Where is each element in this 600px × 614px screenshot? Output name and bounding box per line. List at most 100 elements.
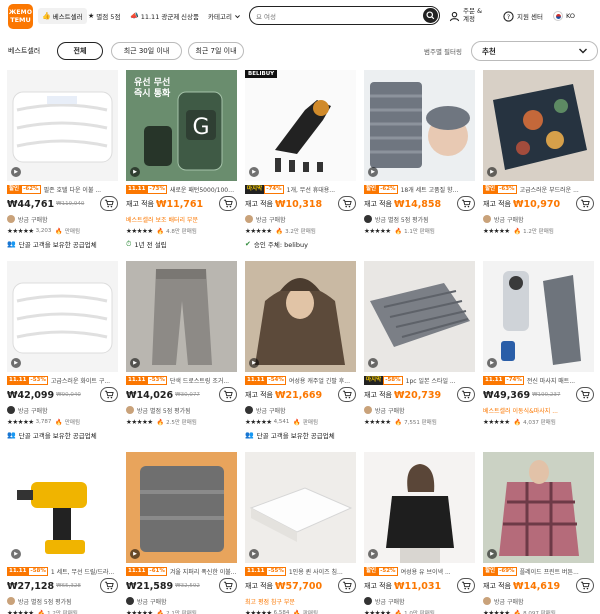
filter-chip-all[interactable]: 전체 xyxy=(57,42,103,60)
product-title[interactable]: 전신 마사지 매트... xyxy=(527,376,575,385)
add-to-cart-button[interactable] xyxy=(219,578,237,593)
product-title-line: 11.11 -58% 1 세트, 무선 드릴/드라... xyxy=(7,566,118,576)
play-video-icon[interactable]: ▶ xyxy=(368,549,378,559)
play-video-icon[interactable]: ▶ xyxy=(11,358,21,368)
product-card[interactable]: ▶ 할인 -63% 고급스러운 부드러운 ... 재고 적음 ₩10,970 방… xyxy=(483,70,594,253)
add-to-cart-button[interactable] xyxy=(457,578,475,593)
add-to-cart-button[interactable] xyxy=(457,196,475,211)
product-card[interactable]: ▶ 할인 -69% 플레이드 프린트 버튼... 재고 적음 ₩14,619 방… xyxy=(483,452,594,614)
play-video-icon[interactable]: ▶ xyxy=(249,167,259,177)
product-image[interactable]: ▶ xyxy=(483,452,594,563)
product-card[interactable]: ▶ 11.11 -53% 고급스러운 화이트 구... ₩42,099 ₩90,… xyxy=(7,261,118,444)
product-image[interactable]: ▶ xyxy=(364,452,475,563)
product-image[interactable]: ▶ xyxy=(364,70,475,181)
social-proof-line: 방금 구매함 xyxy=(7,214,118,224)
search-button[interactable] xyxy=(423,8,438,23)
play-video-icon[interactable]: ▶ xyxy=(130,358,140,368)
add-to-cart-button[interactable] xyxy=(338,196,356,211)
product-card[interactable]: ▶ 할인 -62% 18개 세트 고품질 향... 재고 적음 ₩14,858 … xyxy=(364,70,475,253)
product-image[interactable]: BELIBUY ▶ xyxy=(245,70,356,181)
product-title[interactable]: 필존 호텔 다운 이불 ... xyxy=(44,185,102,194)
product-title[interactable]: 여성용 캐주얼 긴팔 후... xyxy=(289,376,350,385)
product-title[interactable]: 고급스러운 부드러운 ... xyxy=(520,185,579,194)
product-image[interactable]: ▶ xyxy=(245,261,356,372)
play-video-icon[interactable]: ▶ xyxy=(368,358,378,368)
add-to-cart-button[interactable] xyxy=(100,387,118,402)
add-to-cart-button[interactable] xyxy=(576,387,594,402)
product-image[interactable]: ▶ xyxy=(7,452,118,563)
price-line: ₩21,589 ₩32,592 xyxy=(126,578,237,594)
product-card[interactable]: BELIBUY ▶ 마지막 -74% 1개, 무선 휴대용... 재고 적음 ₩… xyxy=(245,70,356,253)
add-to-cart-button[interactable] xyxy=(576,578,594,593)
product-image[interactable]: ▶ xyxy=(7,70,118,181)
add-to-cart-button[interactable] xyxy=(219,387,237,402)
filter-chip-30-days[interactable]: 최근 30일 이내 xyxy=(111,42,182,60)
play-video-icon[interactable]: ▶ xyxy=(487,549,497,559)
nav-bestseller[interactable]: 👍 베스트셀러 xyxy=(38,8,87,24)
play-video-icon[interactable]: ▶ xyxy=(11,549,21,559)
product-card[interactable]: ▶ 할인 -62% 필존 호텔 다운 이불 ... ₩44,761 ₩119,9… xyxy=(7,70,118,253)
product-title[interactable]: 여성용 유 브이넥 ... xyxy=(401,567,451,576)
add-to-cart-button[interactable] xyxy=(576,196,594,211)
product-card[interactable]: ▶ 할인 -52% 여성용 유 브이넥 ... 재고 적음 ₩11,031 방금… xyxy=(364,452,475,614)
add-to-cart-button[interactable] xyxy=(100,196,118,211)
product-title[interactable]: 18개 세트 고품질 향... xyxy=(401,185,459,194)
add-to-cart-button[interactable] xyxy=(338,578,356,593)
supplier-info: 👥 단골 고객을 보유한 공급업체 xyxy=(7,240,97,249)
product-image[interactable]: ▶ xyxy=(126,452,237,563)
support-center-link[interactable]: ? 지원 센터 xyxy=(503,7,543,25)
product-card[interactable]: ▶ 11.11 -55% 1인용 퀸 사이즈 침... 재고 적음 ₩57,70… xyxy=(245,452,356,614)
product-card[interactable]: ▶ 11.11 -74% 전신 마사지 매트... ₩49,369 ₩190,2… xyxy=(483,261,594,444)
play-video-icon[interactable]: ▶ xyxy=(130,167,140,177)
search-input[interactable] xyxy=(256,9,416,22)
avatar xyxy=(364,406,372,414)
product-title[interactable]: 겨울 지퍼리 폭신한 이불... xyxy=(170,567,237,576)
nav-sale[interactable]: 📣 11.11 광군제 xyxy=(130,8,179,24)
add-to-cart-button[interactable] xyxy=(338,387,356,402)
price-line: 재고 적음 ₩14,619 xyxy=(483,578,594,594)
add-to-cart-button[interactable] xyxy=(457,387,475,402)
play-video-icon[interactable]: ▶ xyxy=(249,549,259,559)
product-card[interactable]: ▶ 마지막 -58% 1pc 일본 스타일 ... 재고 적음 ₩20,739 … xyxy=(364,261,475,444)
nav-new[interactable]: 신상품 xyxy=(181,8,199,24)
product-title[interactable]: 새로운 패턴5000/1000... xyxy=(170,185,237,194)
sort-dropdown[interactable]: 추천 xyxy=(471,41,598,61)
orders-account-link[interactable]: 주문 & 계정 xyxy=(449,7,489,25)
discount-tag: 마지막 -58% xyxy=(364,375,403,385)
product-image[interactable]: G 유선 무선 즉시 통화 ▶ xyxy=(126,70,237,181)
play-video-icon[interactable]: ▶ xyxy=(487,167,497,177)
product-title[interactable]: 플레이드 프린트 버튼... xyxy=(520,567,579,576)
add-to-cart-button[interactable] xyxy=(219,196,237,211)
product-image[interactable]: ▶ xyxy=(364,261,475,372)
play-video-icon[interactable]: ▶ xyxy=(368,167,378,177)
product-card[interactable]: ▶ 11.11 -61% 겨울 지퍼리 폭신한 이불... ₩21,589 ₩3… xyxy=(126,452,237,614)
play-video-icon[interactable]: ▶ xyxy=(130,549,140,559)
nav-category[interactable]: 카테고리 xyxy=(208,8,241,24)
product-card[interactable]: ▶ 11.11 -58% 1 세트, 무선 드릴/드라... ₩27,128 ₩… xyxy=(7,452,118,614)
play-video-icon[interactable]: ▶ xyxy=(487,358,497,368)
product-title[interactable]: 1 세트, 무선 드릴/드라... xyxy=(51,567,114,576)
temu-logo[interactable]: ЖЕМО TEMU xyxy=(8,4,33,29)
play-video-icon[interactable]: ▶ xyxy=(11,167,21,177)
product-title[interactable]: 1pc 일본 스타일 ... xyxy=(406,376,456,385)
add-to-cart-button[interactable] xyxy=(100,578,118,593)
product-title[interactable]: 1인용 퀸 사이즈 침... xyxy=(289,567,343,576)
product-image[interactable]: ▶ xyxy=(483,261,594,372)
product-card[interactable]: ▶ 11.11 -54% 여성용 캐주얼 긴팔 후... 재고 적음 ₩21,6… xyxy=(245,261,356,444)
filter-chip-7-days[interactable]: 최근 7일 이내 xyxy=(188,42,244,60)
product-title[interactable]: 고급스러운 화이트 구... xyxy=(51,376,110,385)
product-title[interactable]: 1개, 무선 휴대용... xyxy=(287,185,335,194)
product-card[interactable]: ▶ 11.11 -53% 단색 드로스트링 조거... ₩14,026 ₩30,… xyxy=(126,261,237,444)
product-title[interactable]: 단색 드로스트링 조거... xyxy=(170,376,229,385)
language-selector[interactable]: KO xyxy=(553,7,575,25)
product-image[interactable]: ▶ xyxy=(245,452,356,563)
product-card[interactable]: G 유선 무선 즉시 통화 ▶ 11.11 -73% 새로운 패턴5000/10… xyxy=(126,70,237,253)
play-video-icon[interactable]: ▶ xyxy=(249,358,259,368)
nav-five-star[interactable]: ★ 별점 5점 xyxy=(88,8,120,24)
sold-count: 1.0만 판매됨 xyxy=(404,611,435,614)
product-image[interactable]: ▶ xyxy=(7,261,118,372)
product-image[interactable]: ▶ xyxy=(126,261,237,372)
avatar xyxy=(483,597,491,605)
product-image[interactable]: ▶ xyxy=(483,70,594,181)
supplier-info: 👥 단골 고객을 보유한 공급업체 xyxy=(7,431,97,440)
